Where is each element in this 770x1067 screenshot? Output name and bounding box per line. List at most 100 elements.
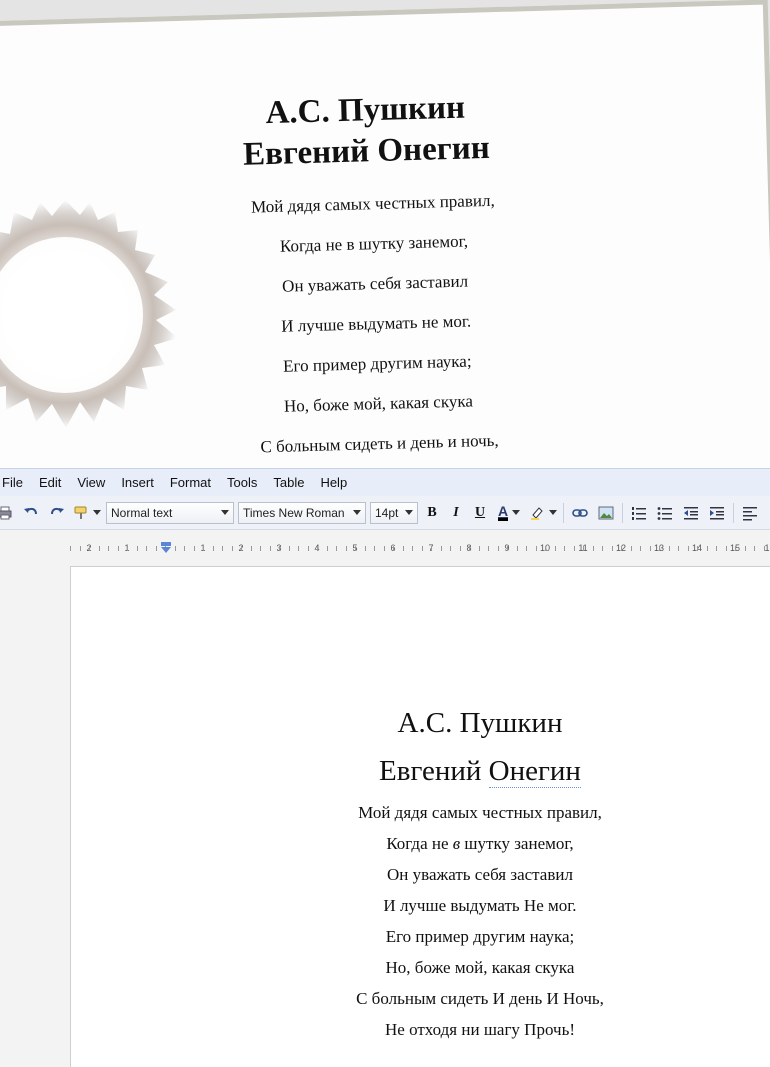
ruler-tick (659, 546, 660, 551)
toolbar-separator (622, 502, 623, 523)
ruler-tick (735, 546, 736, 551)
ruler-tick (440, 546, 442, 551)
text-color-label: A (497, 502, 509, 521)
menu-tools[interactable]: Tools (219, 470, 265, 496)
ruler-tick (155, 546, 157, 551)
ruler-tick (488, 546, 489, 551)
ruler-tick (383, 546, 385, 551)
link-icon[interactable] (569, 502, 591, 524)
ruler-tick (298, 546, 299, 551)
paper-poem: А.С. Пушкин Евгений Онегин Мой дядя самы… (0, 0, 770, 468)
doc-line: И лучше выдумать Не мог. (383, 896, 577, 915)
ruler-tick (402, 546, 404, 551)
spelling-underlined-word[interactable]: Онегин (488, 755, 581, 788)
decrease-indent-icon[interactable] (680, 502, 702, 524)
document-page[interactable]: А.С. Пушкин Евгений Онегин Мой дядя самы… (70, 566, 770, 1067)
ruler-tick (307, 546, 309, 551)
doc-line: Он уважать себя заставил (387, 865, 573, 884)
doc-text-part: Когда не (386, 834, 453, 853)
text-color-button[interactable]: A (494, 502, 524, 524)
underline-button[interactable]: U (468, 505, 492, 521)
ruler-tick (193, 546, 195, 551)
paper-line: Когда не в шутку занемог, (279, 231, 469, 256)
print-icon[interactable] (0, 502, 16, 524)
bold-button[interactable]: B (420, 505, 444, 521)
horizontal-ruler[interactable]: 2 1 1 2 3 4 5 6 7 8 9 10 11 12 13 14 15 … (70, 543, 770, 555)
doc-line: Но, боже мой, какая скука (385, 958, 575, 977)
ruler-tick (98, 546, 100, 551)
ruler-tick (687, 546, 689, 551)
ruler-tick (497, 546, 499, 551)
doc-title-line1: А.С. Пушкин (397, 707, 563, 739)
menu-file[interactable]: File (0, 470, 31, 496)
paragraph-style-select[interactable]: Normal text (106, 501, 234, 524)
font-size-value: 14pt (375, 505, 399, 520)
ruler-tick (621, 546, 622, 551)
ruler-tick (288, 546, 290, 551)
bulleted-list-icon[interactable] (654, 502, 676, 524)
ruler-tick (649, 546, 651, 551)
ruler-tick (127, 546, 128, 551)
numbered-list-icon[interactable] (628, 502, 650, 524)
ruler-tick (516, 546, 518, 551)
highlight-color-icon[interactable] (528, 502, 558, 524)
menu-edit[interactable]: Edit (31, 470, 69, 496)
ruler-tick (526, 546, 527, 551)
doc-line: Мой дядя самых честных правил, (358, 803, 602, 822)
ruler-tick (716, 546, 717, 551)
ruler-tick (431, 546, 432, 551)
ruler-tick (697, 546, 698, 551)
scanned-photo: А.С. Пушкин Евгений Онегин Мой дядя самы… (0, 0, 770, 468)
paint-format-icon[interactable] (72, 502, 102, 524)
ruler-tick (611, 546, 613, 551)
ruler-tick (269, 546, 271, 551)
redo-icon[interactable] (46, 502, 68, 524)
ruler-tick (668, 546, 670, 551)
ruler-tick (89, 546, 90, 551)
menu-table[interactable]: Table (265, 470, 312, 496)
chevron-down-icon (405, 510, 413, 515)
menu-help[interactable]: Help (312, 470, 355, 496)
font-family-select[interactable]: Times New Roman (238, 501, 366, 524)
ruler-tick (592, 546, 594, 551)
ruler-tick (421, 546, 423, 551)
ruler-tick (725, 546, 727, 551)
ruler-tick (136, 546, 138, 551)
ruler-tick (754, 546, 755, 551)
doc-line: С больным сидеть И день И Ночь, (356, 989, 604, 1008)
ruler-tick (412, 546, 413, 551)
ruler-tick (535, 546, 537, 551)
font-size-select[interactable]: 14pt (370, 501, 418, 524)
ruler-tick (763, 546, 765, 551)
ruler-tick (564, 546, 565, 551)
doc-title-part: Евгений (379, 755, 489, 787)
menu-insert[interactable]: Insert (113, 470, 162, 496)
ruler-tick (117, 546, 119, 551)
ruler-tick (469, 546, 470, 551)
ruler-tick (393, 546, 394, 551)
ruler-tick (146, 546, 147, 551)
ruler-tick (279, 546, 280, 551)
increase-indent-icon[interactable] (706, 502, 728, 524)
ruler-tick (459, 546, 461, 551)
indent-marker-icon[interactable] (161, 542, 171, 554)
ruler-tick (203, 546, 204, 551)
ruler-tick (744, 546, 746, 551)
menu-format[interactable]: Format (162, 470, 219, 496)
ruler-tick (231, 546, 233, 551)
align-left-icon[interactable] (739, 502, 761, 524)
undo-icon[interactable] (20, 502, 42, 524)
ruler-tick (326, 546, 328, 551)
ruler-tick (222, 546, 223, 551)
ruler-tick (450, 546, 451, 551)
chevron-down-icon (221, 510, 229, 515)
menu-view[interactable]: View (69, 470, 113, 496)
ruler-tick (250, 546, 252, 551)
chevron-down-icon (353, 510, 361, 515)
image-icon[interactable] (595, 502, 617, 524)
ruler-tick (545, 546, 546, 551)
ruler-tick (70, 546, 71, 551)
italic-button[interactable]: I (444, 505, 468, 521)
ruler-tick (108, 546, 109, 551)
ruler-tick (241, 546, 242, 551)
